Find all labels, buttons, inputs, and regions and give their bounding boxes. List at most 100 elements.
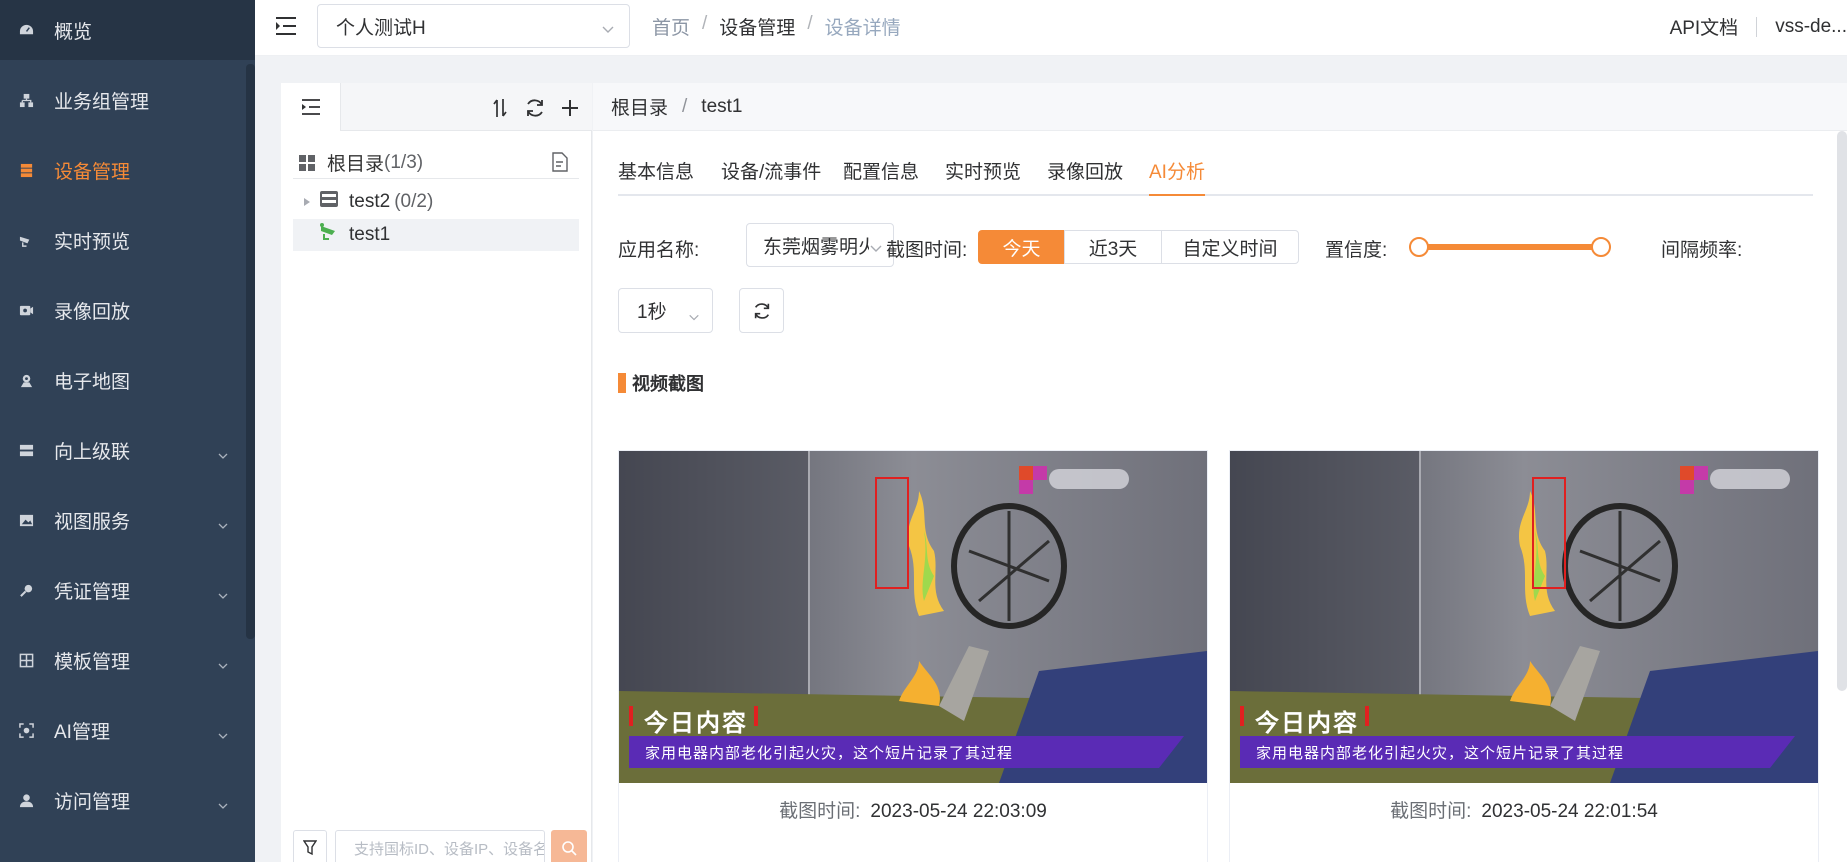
search-button[interactable] bbox=[551, 830, 587, 862]
tree-node-label: test2 bbox=[349, 191, 391, 212]
time-today-button[interactable]: 今天 bbox=[978, 230, 1065, 264]
device-detail-panel: 根目录 / test1 基本信息 设备/流事件 配置信息 实时预览 录像回放 A… bbox=[593, 83, 1847, 862]
top-header: 个人测试H 首页 / 设备管理 / 设备详情 API文档 vss-de... bbox=[255, 0, 1847, 56]
confidence-slider[interactable] bbox=[1409, 237, 1611, 257]
sidebar-item-view-service[interactable]: 视图服务 bbox=[0, 490, 255, 550]
content-scrollbar[interactable] bbox=[1837, 131, 1847, 691]
snapshot-time: 2023-05-24 22:01:54 bbox=[1481, 801, 1658, 822]
sidebar-item-access[interactable]: 访问管理 bbox=[0, 770, 255, 830]
sort-icon[interactable] bbox=[489, 97, 511, 119]
chevron-down-icon bbox=[688, 307, 700, 329]
sidebar-item-templates[interactable]: 模板管理 bbox=[0, 630, 255, 690]
time-custom-button[interactable]: 自定义时间 bbox=[1161, 230, 1299, 264]
tree-root-count: (1/3) bbox=[384, 151, 424, 173]
interval-value: 1秒 bbox=[637, 302, 667, 323]
breadcrumb-devices[interactable]: 设备管理 bbox=[719, 13, 795, 40]
interval-label: 间隔频率: bbox=[1661, 240, 1743, 261]
sidebar-item-overview[interactable]: 概览 bbox=[0, 0, 255, 60]
tree-search-bar: 支持国标ID、设备IP、设备名称 bbox=[293, 830, 587, 862]
chevron-down-icon bbox=[601, 20, 615, 42]
snapshot-overlay-subtitle: 家用电器内部老化引起火灾，这个短片记录了其过程 bbox=[645, 745, 1014, 762]
sidebar-item-live[interactable]: 实时预览 bbox=[0, 210, 255, 270]
breadcrumb-home[interactable]: 首页 bbox=[652, 13, 690, 40]
filter-icon[interactable] bbox=[293, 830, 327, 862]
snapshot-overlay-title: 今日内容 bbox=[1255, 710, 1359, 737]
snapshot-time-label: 截图时间: bbox=[779, 801, 861, 822]
add-icon[interactable] bbox=[559, 97, 581, 119]
caret-right-icon[interactable] bbox=[303, 191, 311, 213]
section-title: 视频截图 bbox=[618, 370, 704, 396]
app-name-label: 应用名称: bbox=[618, 240, 700, 261]
sidebar-scrollbar[interactable] bbox=[246, 64, 255, 639]
key-icon bbox=[19, 583, 34, 598]
chevron-down-icon bbox=[869, 239, 883, 261]
image-icon bbox=[19, 513, 34, 528]
refresh-icon[interactable] bbox=[524, 97, 546, 119]
tab-live-preview[interactable]: 实时预览 bbox=[945, 157, 1021, 196]
collapse-tree-icon[interactable] bbox=[281, 83, 341, 131]
tree-node-label: test1 bbox=[349, 224, 391, 245]
slider-handle-min[interactable] bbox=[1409, 237, 1429, 257]
tree-node-test2[interactable]: test2 (0/2) bbox=[293, 186, 579, 218]
sidebar-item-map[interactable]: 电子地图 bbox=[0, 350, 255, 410]
sidebar-item-ai[interactable]: AI管理 bbox=[0, 700, 255, 760]
header-actions: API文档 vss-de... bbox=[1670, 13, 1847, 40]
sidebar-item-devices[interactable]: 设备管理 bbox=[0, 140, 255, 200]
section-title-text: 视频截图 bbox=[632, 374, 704, 394]
tab-basic-info[interactable]: 基本信息 bbox=[618, 157, 694, 196]
time-3days-button[interactable]: 近3天 bbox=[1064, 230, 1162, 264]
snapshot-card[interactable]: 今日内容 家用电器内部老化引起火灾，这个短片记录了其过程 截图时间: 2023-0… bbox=[1229, 450, 1819, 862]
user-icon bbox=[19, 793, 34, 808]
org-tree-icon bbox=[19, 93, 34, 108]
tab-events[interactable]: 设备/流事件 bbox=[721, 157, 821, 196]
tree-search-input[interactable]: 支持国标ID、设备IP、设备名称 bbox=[335, 830, 545, 862]
sidebar-item-playback[interactable]: 录像回放 bbox=[0, 280, 255, 340]
tree-node-count: (0/2) bbox=[394, 191, 434, 212]
menu-toggle-icon[interactable] bbox=[275, 16, 297, 36]
refresh-button[interactable] bbox=[739, 288, 784, 333]
camera-icon bbox=[19, 233, 34, 248]
ai-scan-icon bbox=[19, 722, 34, 738]
sidebar-item-label: 概览 bbox=[54, 21, 93, 43]
breadcrumb-separator: / bbox=[807, 13, 813, 34]
tree-toolbar bbox=[281, 83, 592, 131]
content-breadcrumb-current: test1 bbox=[701, 95, 743, 117]
capture-time-group: 今天 近3天 自定义时间 bbox=[978, 230, 1299, 264]
tree-root-node[interactable]: 根目录 (1/3) bbox=[293, 147, 579, 179]
content-breadcrumb-root[interactable]: 根目录 bbox=[611, 93, 668, 120]
sidebar-item-groups[interactable]: 业务组管理 bbox=[0, 70, 255, 130]
app-name-select[interactable]: 东莞烟雾明火 bbox=[746, 223, 894, 267]
slider-handle-max[interactable] bbox=[1591, 237, 1611, 257]
tree-node-test1[interactable]: test1 bbox=[293, 219, 579, 251]
chevron-down-icon bbox=[218, 655, 228, 669]
sidebar-item-label: 设备管理 bbox=[54, 161, 131, 183]
interval-select[interactable]: 1秒 bbox=[618, 288, 713, 333]
server-icon bbox=[19, 443, 34, 458]
chevron-down-icon bbox=[218, 515, 228, 529]
tab-config[interactable]: 配置信息 bbox=[843, 157, 919, 196]
chevron-down-icon bbox=[218, 585, 228, 599]
tab-ai-analysis[interactable]: AI分析 bbox=[1149, 157, 1205, 196]
app-name-value: 东莞烟雾明火 bbox=[763, 236, 878, 258]
sidebar-item-cascade[interactable]: 向上级联 bbox=[0, 420, 255, 480]
video-playback-icon bbox=[19, 303, 34, 318]
sidebar-item-label: 向上级联 bbox=[54, 441, 131, 463]
api-doc-link[interactable]: API文档 bbox=[1670, 13, 1739, 40]
snapshot-time-label: 截图时间: bbox=[1390, 801, 1472, 822]
snapshot-card[interactable]: 今日内容 家用电器内部老化引起火灾，这个短片记录了其过程 截图时间: 2023-0… bbox=[618, 450, 1208, 862]
device-list-icon bbox=[19, 163, 34, 178]
sidebar: 概览 业务组管理 设备管理 实时预览 录像回放 电子地图 向上级联 视图服务 凭… bbox=[0, 0, 255, 862]
sidebar-item-label: 录像回放 bbox=[54, 301, 131, 323]
sidebar-item-label: 视图服务 bbox=[54, 511, 131, 533]
export-file-icon[interactable] bbox=[551, 152, 569, 178]
project-select[interactable]: 个人测试H bbox=[317, 4, 630, 48]
breadcrumb-current: 设备详情 bbox=[824, 18, 901, 39]
capture-time-label: 截图时间: bbox=[886, 240, 968, 261]
tree-root-label: 根目录 bbox=[327, 154, 385, 175]
user-menu[interactable]: vss-de... bbox=[1775, 16, 1847, 38]
grid-icon bbox=[19, 653, 34, 668]
breadcrumb-separator: / bbox=[702, 13, 708, 34]
sidebar-item-credentials[interactable]: 凭证管理 bbox=[0, 560, 255, 620]
tab-playback[interactable]: 录像回放 bbox=[1047, 157, 1123, 196]
chevron-down-icon bbox=[218, 725, 228, 739]
